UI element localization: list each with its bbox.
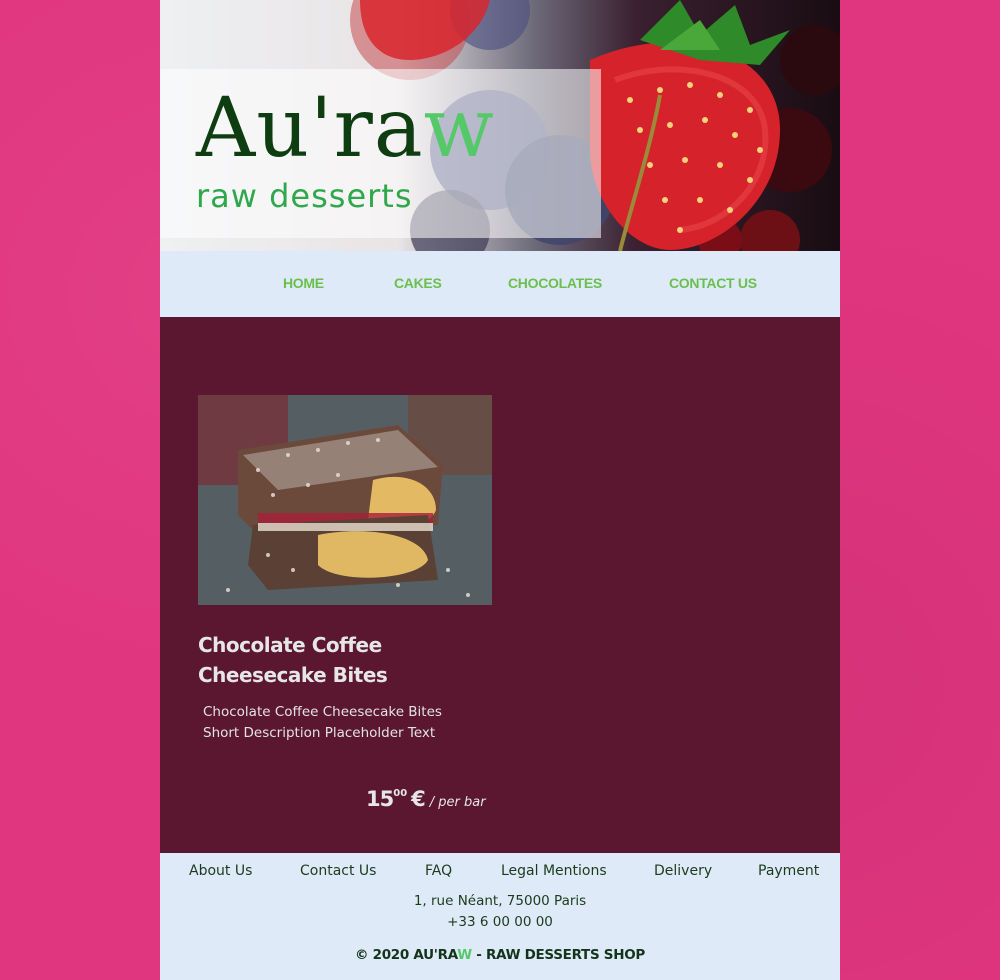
product-image[interactable] bbox=[198, 395, 492, 605]
address-line: 1, rue Néant, 75000 Paris bbox=[413, 893, 587, 909]
footer-delivery-link[interactable]: Delivery bbox=[654, 863, 712, 879]
page-container: Au'raw raw desserts HOME CAKES CHOCOLATE… bbox=[160, 0, 840, 980]
footer-about-us-link[interactable]: About Us bbox=[189, 863, 252, 879]
price-integer: 15 bbox=[366, 787, 394, 811]
product-section: Chocolate Coffee Cheesecake Bites Chocol… bbox=[160, 317, 840, 853]
price-decimal: 00 bbox=[393, 788, 408, 799]
footer-contact-us-link[interactable]: Contact Us bbox=[300, 863, 376, 879]
footer-legal-mentions-link[interactable]: Legal Mentions bbox=[501, 863, 607, 879]
nav-cakes-link[interactable]: CAKES bbox=[394, 275, 442, 291]
cheesecake-bites-photo bbox=[198, 395, 492, 605]
product-price: 1500 € / per bar bbox=[366, 787, 486, 811]
copyright-notice: © 2020 AU'RAW - RAW DESSERTS SHOP bbox=[160, 947, 840, 963]
site-logo[interactable]: Au'raw bbox=[196, 84, 495, 174]
main-navigation: HOME CAKES CHOCOLATES CONTACT US bbox=[160, 251, 840, 317]
copyright-brand-w: W bbox=[457, 947, 472, 963]
footer-faq-link[interactable]: FAQ bbox=[425, 863, 452, 879]
price-currency: € bbox=[411, 787, 426, 811]
copyright-suffix: - RAW DESSERTS SHOP bbox=[471, 947, 645, 963]
product-description-line-1: Chocolate Coffee Cheesecake Bites bbox=[203, 704, 442, 720]
header-banner: Au'raw raw desserts bbox=[160, 0, 840, 251]
price-unit: / per bar bbox=[429, 795, 486, 810]
product-title[interactable]: Chocolate Coffee Cheesecake Bites bbox=[198, 630, 458, 690]
logo-main-text: Au'ra bbox=[196, 81, 424, 176]
logo-w-letter: w bbox=[423, 81, 495, 176]
nav-contact-us-link[interactable]: CONTACT US bbox=[669, 275, 757, 291]
product-description-line-2: Short Description Placeholder Text bbox=[203, 725, 436, 741]
nav-chocolates-link[interactable]: CHOCOLATES bbox=[508, 275, 602, 291]
phone-number: +33 6 00 00 00 bbox=[447, 914, 553, 930]
copyright-prefix: © 2020 AU'RA bbox=[355, 947, 458, 963]
product-description: Chocolate Coffee Cheesecake Bites Short … bbox=[203, 702, 503, 744]
contact-address: 1, rue Néant, 75000 Paris +33 6 00 00 00 bbox=[160, 891, 840, 933]
nav-home-link[interactable]: HOME bbox=[283, 275, 324, 291]
site-footer: About Us Contact Us FAQ Legal Mentions D… bbox=[160, 853, 840, 980]
footer-payment-link[interactable]: Payment bbox=[758, 863, 819, 879]
site-tagline: raw desserts bbox=[196, 177, 413, 215]
